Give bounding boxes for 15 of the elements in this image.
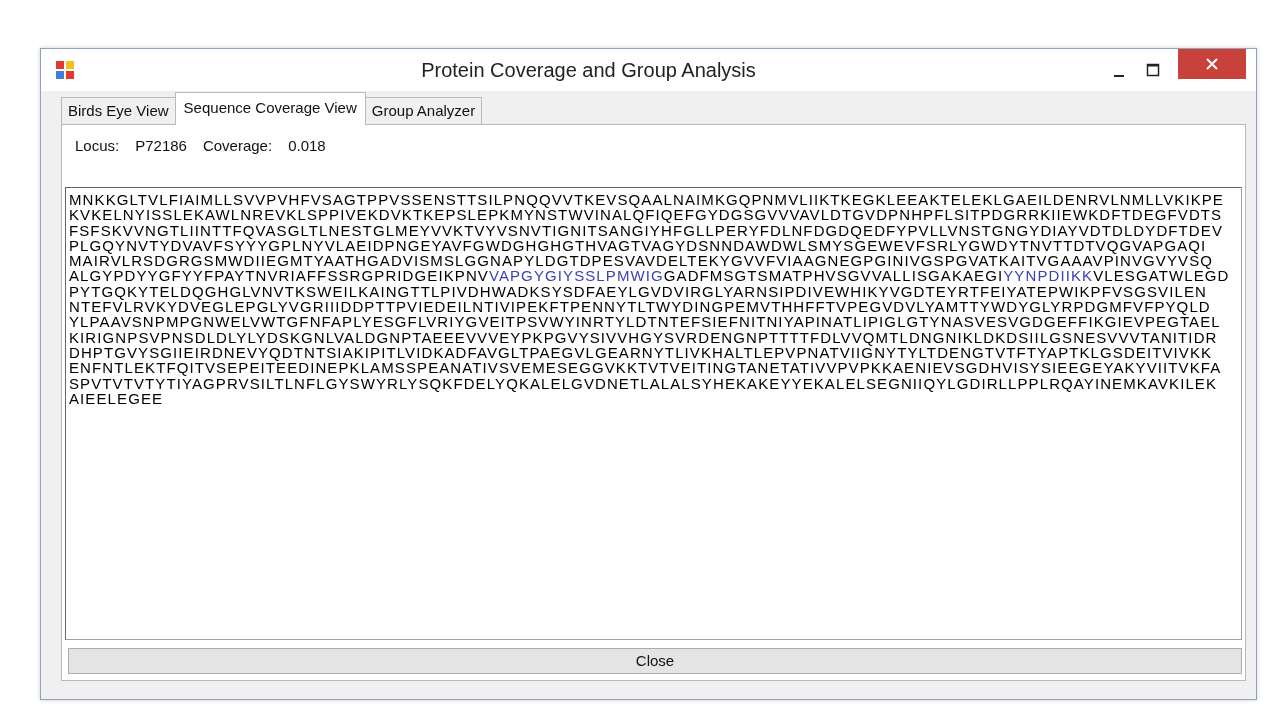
locus-label: Locus: [75,136,120,156]
close-dialog-button[interactable]: Close [68,648,1242,674]
minimize-icon [1114,75,1124,77]
coverage-value: 0.018 [288,136,326,156]
close-icon [1205,57,1219,71]
tab[interactable]: Birds Eye View [61,96,176,124]
close-button[interactable] [1178,49,1246,79]
tab[interactable]: Group Analyzer [364,96,483,124]
sequence-text-box[interactable]: MNKKGLTVLFIAIMLLSVVPVHFVSAGTPPVSSENSTTSILPNQQVVTKEVSQAALNAIMKGQPNMVLIIKTKEGKLEEAKTELEKLGAEILDENRVLNMLLVKIKPE KVKELNYISSLEKAWLNREVKLSPPIVEKDVKTKEPSLEPKMYNSTWVINALQFIQEFGYDGSGVVVAVLDTGVDPNHPFLSITPDGRRKIIEWKDFTDEGFVDTS FSFSKVVNGTLIINTTFQVASGLTLNESTGLMEYVVKTVYVSNVTIGNITSANGIYHFGLLPERYFDLNFDGDQEDFYPVLLVNSTGNGYDIAYVDTDLDYDFTDEV PLGQYNVTYDVAVFSYYYGPLNYVLAEIDPNGEYAVFGWDGHGHGTHVAGTVAGYDSNNDAWDWLSMYSGEWEVFSRLYGWDYTNVTTDTVQGVAPGAQI MAIRVLRSDGRGSMWDIIEGMTYAATHGADVISMSLGGNAPYLDGTDPESVAVDELTEKYGVVFVIAAGNEGPGINIVGSPGVATKAITVGAAAVPINVGVYVSQ ALGYPDYYGFYYFPAYTNVRIAFFSSRGPRIDGEIKPNVVAPGYGIYSSLPMWIGGADFMSGTSMATPHVSGVVALLISGAKAEGIYYNPDIIKKVLESGATWLEGD PYTGQKYTELDQGHGLVNVTKSWEILKAINGTTLPIVDHWADKSYSDFAEYLGVDVIRGLYARNSIPDIVEWHIKYVGDTEYRTFEIYATEPWIKPFVSGSVILEN NTEFVLRVKYDVEGLEPGLYVGRIIIDDPTTPVIEDEILNTIVIPEKFTPENNYTLTWYDINGPEMVTHHFFTVPEGVDVLYAMTTYWDYGLYRPDGMFVFPYQLD YLPAAVSNPMPGNWELVWTGFNFAPLYESGFLVRIYGVEITPSVWYINRTYLDTNTEFSIEFNITNIYAPINATLIPIGLGTYNASVESVGDGEFFIKGIEVPEGTAEL KIRIGNPSVPNSDLDLYLYDSKGNLVALDGNPTAEEEVVVEYPKPGVYSIVVHGYSVRDENGNPTTTTFDLVVQMTLDNGNIKLDKDSIILGSNESVVVTANITIDR DHPTGVYSGIIEIRDNEVYQDTNTSIAKIPITLVIDKADFAVGLTPAEGVLGEARNYTLIVKHALTLEPVPNATVIIGNYTYLTDENGTVTFTYAPTKLGSDEITVIVKK ENFNTLEKTFQITVSEPEITEEDINEPKLAMSSPEANATIVSVEMESEGGVKKTVTVEITINGTANETATIVVPVPKKAENIEVSGDHVISYSIEEGEYAKYVIITVKFA SPVTVTVTYTIYAGPRVSILTLNFLGYSWYRLYSQKFDELYQKALELGVDNETLALALSYHEKAKEYYEKALELSEGNIIQYLGDIRLLPPLRQAYINEMKAVKILEK AIEELEGEE [65,187,1242,640]
locus-value: P72186 [135,136,187,156]
app-icon [55,60,75,80]
maximize-icon [1146,63,1160,77]
tab[interactable]: Sequence Coverage View [174,91,366,125]
window-title: Protein Coverage and Group Analysis [420,58,757,83]
coverage-label: Coverage: [202,136,273,156]
